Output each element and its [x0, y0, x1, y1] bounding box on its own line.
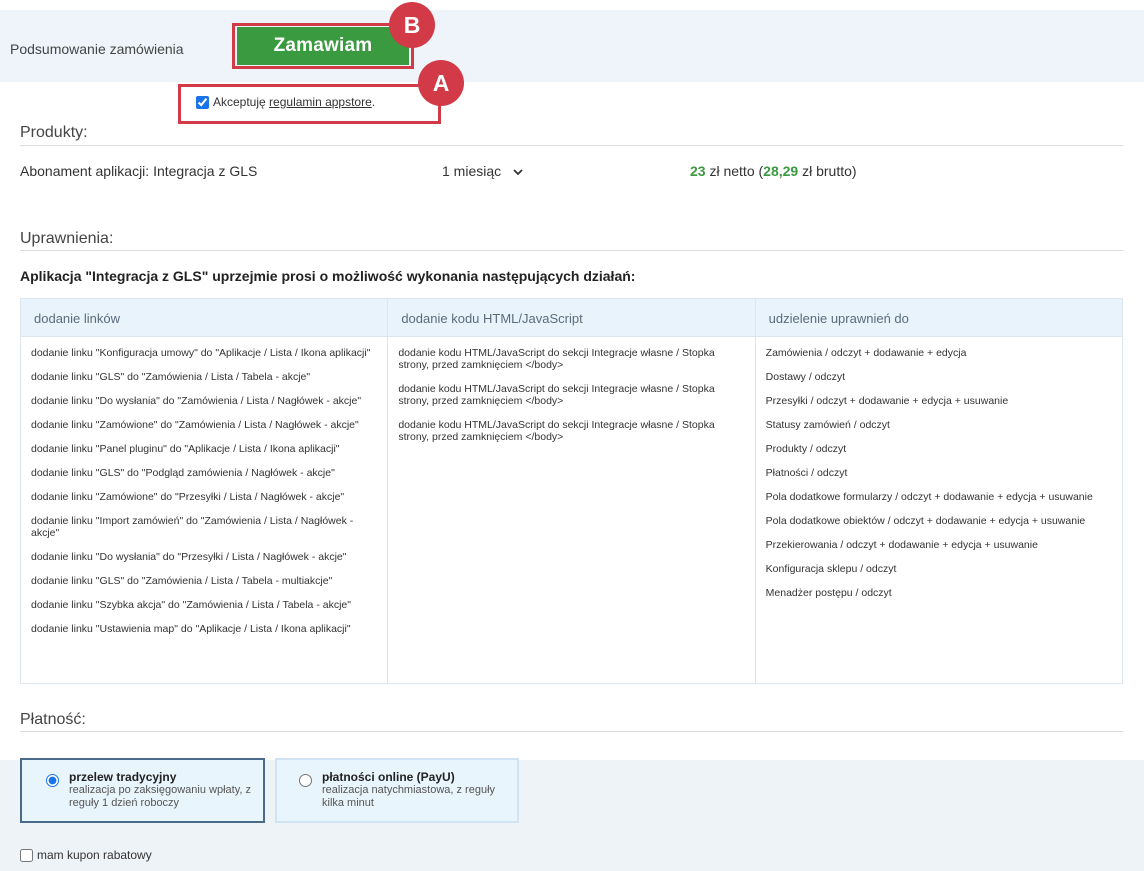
list-item: dodanie linku "Import zamówień" do "Zamó… [31, 515, 354, 539]
column-header: dodanie linków [21, 299, 388, 337]
payment-option-desc: realizacja natychmiastowa, z reguły kilk… [322, 784, 496, 809]
payment-radio-bank-transfer[interactable] [46, 774, 59, 787]
column-header: dodanie kodu HTML/JavaScript [388, 299, 755, 337]
subscription-period-select[interactable]: 1 miesiąc [442, 163, 523, 179]
list-item: Konfiguracja sklepu / odczyt [765, 563, 897, 575]
payment-radio-payu[interactable] [299, 774, 312, 787]
product-name: Abonament aplikacji: Integracja z GLS [20, 163, 258, 179]
list-item: Zamówienia / odczyt + dodawanie + edycja [765, 347, 967, 359]
list-item: dodanie linku "Ustawienia map" do "Aplik… [31, 623, 351, 635]
list-item: dodanie kodu HTML/JavaScript do sekcji I… [398, 383, 715, 407]
coupon-label: mam kupon rabatowy [37, 848, 152, 862]
list-item: dodanie linku "Konfiguracja umowy" do "A… [31, 347, 371, 359]
coupon-toggle[interactable]: mam kupon rabatowy [20, 848, 152, 862]
accept-terms-checkbox[interactable] [196, 95, 209, 109]
list-item: dodanie linku "GLS" do "Zamówienia / Lis… [31, 575, 333, 587]
price-net-suffix: zł netto ( [705, 163, 764, 179]
payment-section-title: Płatność: [20, 711, 86, 728]
price-gross-suffix: zł brutto) [798, 163, 857, 179]
list-item: dodanie linku "GLS" do "Podgląd zamówien… [31, 467, 335, 479]
permissions-column-links: dodanie linków dodanie linku "Konfigurac… [21, 299, 389, 683]
terms-link[interactable]: regulamin appstore [269, 95, 372, 109]
accept-terms-suffix: . [371, 95, 376, 109]
products-section-title: Produkty: [20, 124, 88, 141]
chevron-down-icon [513, 167, 523, 179]
accept-terms[interactable]: Akceptuję regulamin appstore. [196, 95, 375, 109]
list-item: dodanie linku "Zamówione" do "Zamówienia… [31, 419, 359, 431]
payment-option-title: płatności online (PayU) [322, 770, 455, 784]
list-item: dodanie linku "Do wysłania" do "Zamówien… [31, 395, 362, 407]
coupon-checkbox[interactable] [20, 848, 33, 862]
list-item: Statusy zamówień / odczyt [765, 419, 890, 431]
payment-option-bank-transfer[interactable]: przelew tradycyjny realizacja po zaksięg… [20, 758, 265, 823]
permissions-column-access: udzielenie uprawnień do Zamówienia / odc… [755, 299, 1122, 683]
order-button[interactable]: Zamawiam [237, 27, 409, 65]
list-item: dodanie linku "Panel pluginu" do "Aplika… [31, 443, 340, 455]
list-item: Pola dodatkowe formularzy / odczyt + dod… [765, 491, 1093, 503]
price-gross-value: 28,29 [763, 163, 799, 179]
subscription-period-value: 1 miesiąc [442, 163, 502, 179]
permissions-table: dodanie linków dodanie linku "Konfigurac… [20, 298, 1123, 684]
list-item: dodanie linku "Szybka akcja" do "Zamówie… [31, 599, 351, 611]
annotation-badge-a: A [418, 60, 464, 106]
payment-option-desc: realizacja po zaksięgowaniu wpłaty, z re… [69, 784, 251, 809]
accept-terms-prefix: Akceptuję [213, 95, 270, 109]
list-item: dodanie linku "Zamówione" do "Przesyłki … [31, 491, 345, 503]
list-item: Dostawy / odczyt [765, 371, 846, 383]
list-item: Menadżer postępu / odczyt [765, 587, 892, 599]
list-item: dodanie kodu HTML/JavaScript do sekcji I… [398, 347, 715, 371]
permissions-column-code: dodanie kodu HTML/JavaScript dodanie kod… [388, 299, 756, 683]
list-item: Przekierowania / odczyt + dodawanie + ed… [765, 539, 1038, 551]
list-item: dodanie linku "Do wysłania" do "Przesyłk… [31, 551, 347, 563]
column-header: udzielenie uprawnień do [755, 299, 1122, 337]
list-item: Przesyłki / odczyt + dodawanie + edycja … [765, 395, 1009, 407]
list-item: Płatności / odczyt [765, 467, 848, 479]
list-item: dodanie linku "GLS" do "Zamówienia / Lis… [31, 371, 311, 383]
permissions-section-title: Uprawnienia: [20, 230, 114, 247]
product-price: 23 zł netto (28,29 zł brutto) [690, 163, 857, 179]
list-item: dodanie kodu HTML/JavaScript do sekcji I… [398, 419, 715, 443]
list-item: Produkty / odczyt [765, 443, 847, 455]
price-net-value: 23 [690, 163, 706, 179]
order-summary-label: Podsumowanie zamówienia [10, 41, 184, 57]
payment-divider [20, 731, 1123, 732]
list-item: Pola dodatkowe obiektów / odczyt + dodaw… [765, 515, 1086, 527]
products-divider [20, 145, 1123, 146]
payment-option-title: przelew tradycyjny [69, 770, 177, 784]
permissions-heading: Aplikacja "Integracja z GLS" uprzejmie p… [20, 268, 636, 284]
permissions-divider [20, 250, 1123, 251]
annotation-badge-b: B [389, 2, 435, 48]
payment-option-payu[interactable]: płatności online (PayU) realizacja natyc… [275, 758, 519, 823]
